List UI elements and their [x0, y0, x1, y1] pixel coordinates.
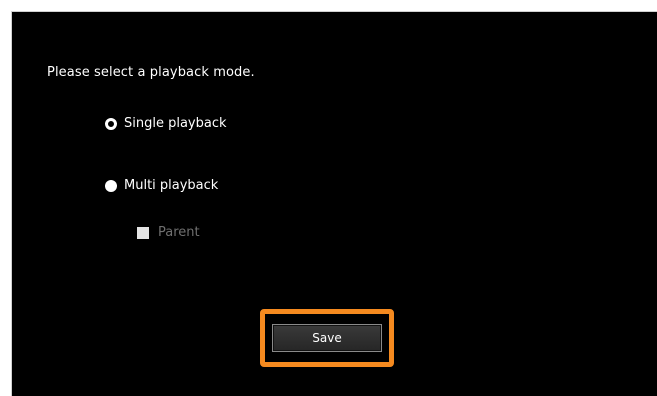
multi-playback-label: Multi playback — [124, 178, 219, 193]
single-playback-label: Single playback — [124, 116, 227, 131]
save-highlight-frame: Save — [260, 309, 394, 367]
prompt-text: Please select a playback mode. — [47, 65, 255, 80]
playback-mode-panel: Please select a playback mode. Single pl… — [11, 11, 657, 396]
multi-playback-option[interactable]: Multi playback — [105, 178, 218, 193]
radio-unselected-icon[interactable] — [105, 117, 117, 130]
save-button[interactable]: Save — [272, 324, 382, 352]
parent-checkbox-row: Parent — [137, 225, 200, 240]
parent-checkbox — [137, 226, 149, 239]
parent-label: Parent — [158, 225, 200, 240]
radio-selected-icon[interactable] — [105, 179, 117, 192]
single-playback-option[interactable]: Single playback — [105, 116, 227, 131]
